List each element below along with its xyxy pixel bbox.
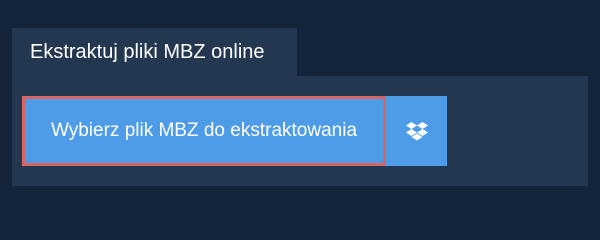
dropbox-icon [405, 121, 428, 141]
page-tab-title: Ekstraktuj pliki MBZ online [12, 28, 297, 76]
tab-title-text: Ekstraktuj pliki MBZ online [30, 41, 265, 63]
choose-file-label: Wybierz plik MBZ do ekstraktowania [50, 120, 358, 141]
dropbox-button[interactable] [386, 96, 447, 166]
upload-panel: Wybierz plik MBZ do ekstraktowania [12, 76, 588, 186]
choose-file-button[interactable]: Wybierz plik MBZ do ekstraktowania [22, 96, 386, 166]
